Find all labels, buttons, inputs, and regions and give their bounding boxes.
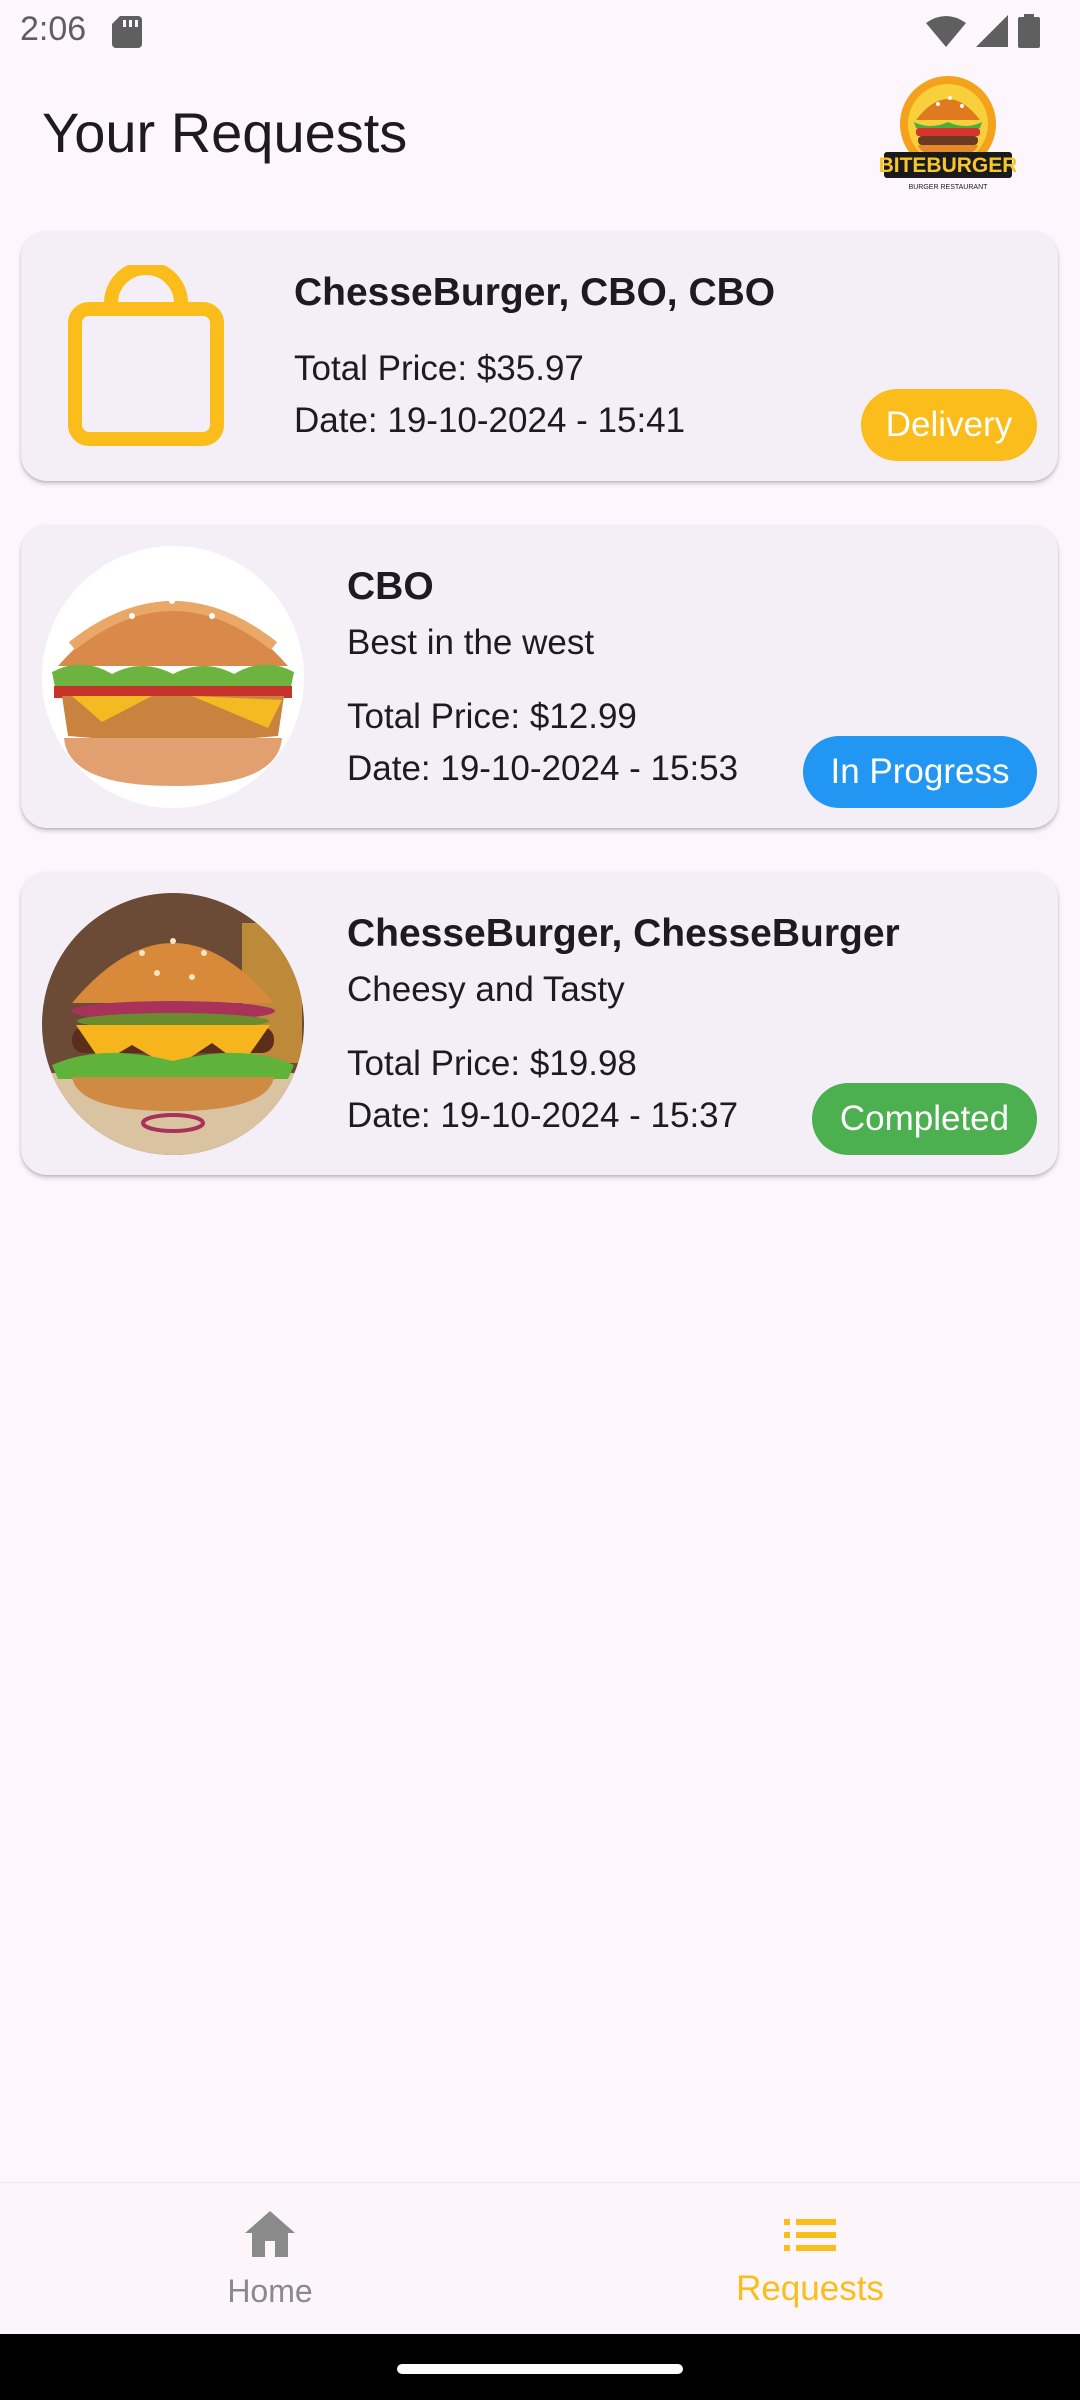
battery-icon [1018,14,1040,48]
request-total-price: Total Price: $35.97 [294,349,584,388]
request-total-price: Total Price: $12.99 [347,697,637,736]
request-title: ChesseBurger, ChesseBurger [347,912,900,955]
request-card[interactable]: CBO Best in the west Total Price: $12.99… [21,525,1058,828]
nav-item-home[interactable]: Home [0,2183,540,2335]
logo-tagline: BURGER RESTAURANT [909,184,989,191]
request-subtitle: Cheesy and Tasty [347,970,625,1009]
status-badge-delivery: Delivery [861,389,1037,461]
request-subtitle: Best in the west [347,623,595,662]
status-badge-completed: Completed [812,1083,1037,1155]
request-date: Date: 19-10-2024 - 15:41 [294,401,686,440]
shopping-bag-icon [68,265,224,446]
logo-text: BITEBURGER [880,154,1016,177]
chicken-burger-image [42,546,304,808]
request-title: CBO [347,565,434,608]
wifi-icon [926,16,966,47]
request-total-price: Total Price: $19.98 [347,1044,637,1083]
nav-item-requests[interactable]: Requests [540,2183,1080,2335]
home-gesture-handle[interactable] [397,2364,683,2374]
status-time: 2:06 [20,10,87,48]
request-title: ChesseBurger, CBO, CBO [294,271,776,314]
home-icon [245,2211,295,2257]
cellular-signal-icon [976,15,1008,47]
nav-label-requests: Requests [736,2269,884,2308]
status-bar: 2:06 [0,0,1080,64]
request-card[interactable]: ChesseBurger, CBO, CBO Total Price: $35.… [21,231,1058,481]
biteburger-logo: BITEBURGER BURGER RESTAURANT [880,76,1016,191]
request-date: Date: 19-10-2024 - 15:53 [347,749,739,788]
bottom-navigation: Home Requests [0,2182,1080,2335]
status-badge-in-progress: In Progress [803,736,1037,808]
request-card[interactable]: ChesseBurger, ChesseBurger Cheesy and Ta… [21,872,1058,1175]
sd-card-icon [112,16,142,48]
list-icon [784,2219,836,2251]
page-title: Your Requests [42,101,408,164]
nav-label-home: Home [227,2273,313,2309]
request-date: Date: 19-10-2024 - 15:37 [347,1096,739,1135]
cheeseburger-image [42,893,304,1155]
